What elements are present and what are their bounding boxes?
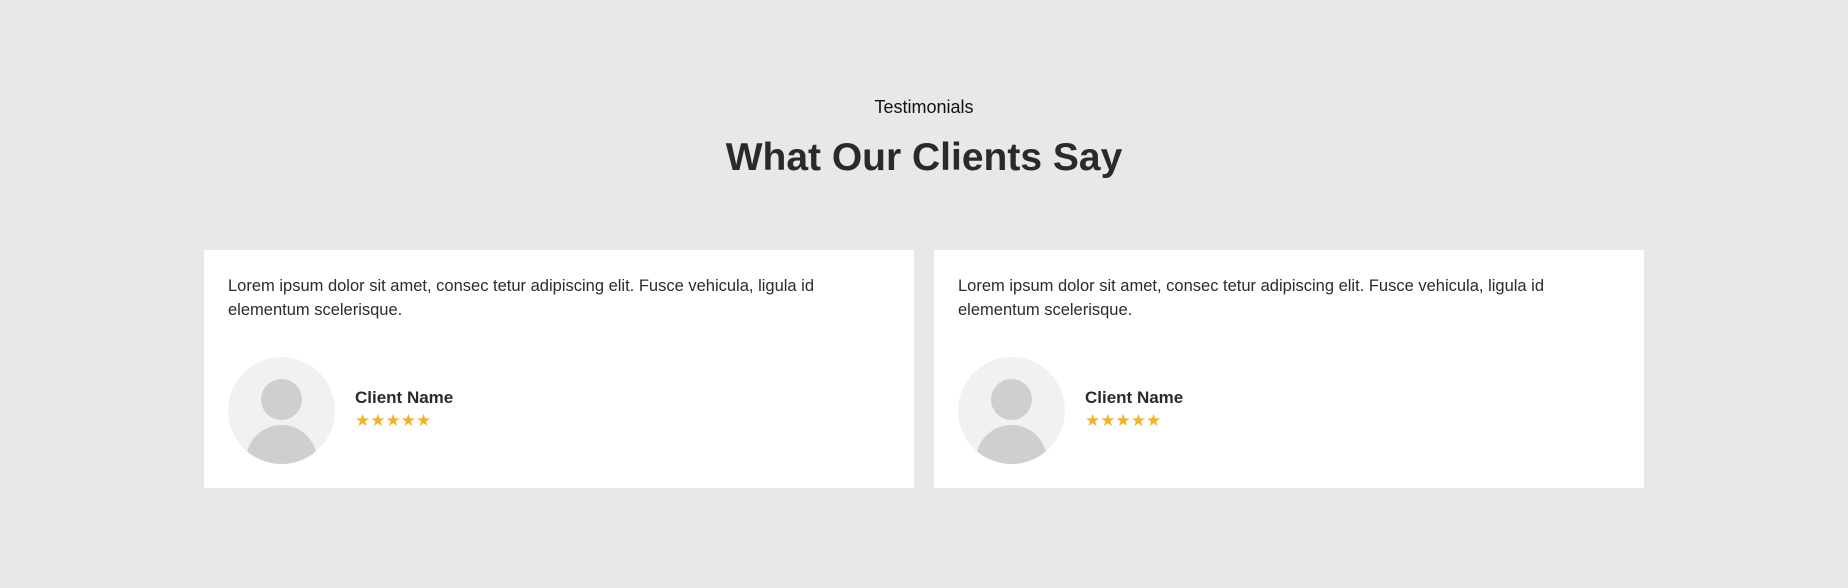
client-name: Client Name	[1085, 388, 1184, 407]
user-placeholder-icon	[228, 357, 335, 464]
client-name: Client Name	[355, 388, 454, 407]
testimonial-cards: Lorem ipsum dolor sit amet, consec tetur…	[204, 250, 1644, 488]
user-placeholder-icon	[958, 357, 1065, 464]
avatar-head-shape	[991, 379, 1032, 420]
testimonials-section: Testimonials What Our Clients Say Lorem …	[0, 0, 1848, 588]
testimonial-card: Lorem ipsum dolor sit amet, consec tetur…	[204, 250, 914, 488]
star-rating: ★★★★★	[355, 411, 432, 430]
testimonial-card: Lorem ipsum dolor sit amet, consec tetur…	[934, 250, 1644, 488]
star-rating: ★★★★★	[1085, 411, 1162, 430]
testimonial-quote: Lorem ipsum dolor sit amet, consec tetur…	[228, 277, 815, 319]
avatar-body-shape	[976, 425, 1047, 464]
section-eyebrow: Testimonials	[874, 97, 974, 117]
testimonial-quote: Lorem ipsum dolor sit amet, consec tetur…	[958, 277, 1545, 319]
avatar-body-shape	[246, 425, 317, 464]
section-title: What Our Clients Say	[725, 136, 1123, 179]
avatar-head-shape	[261, 379, 302, 420]
